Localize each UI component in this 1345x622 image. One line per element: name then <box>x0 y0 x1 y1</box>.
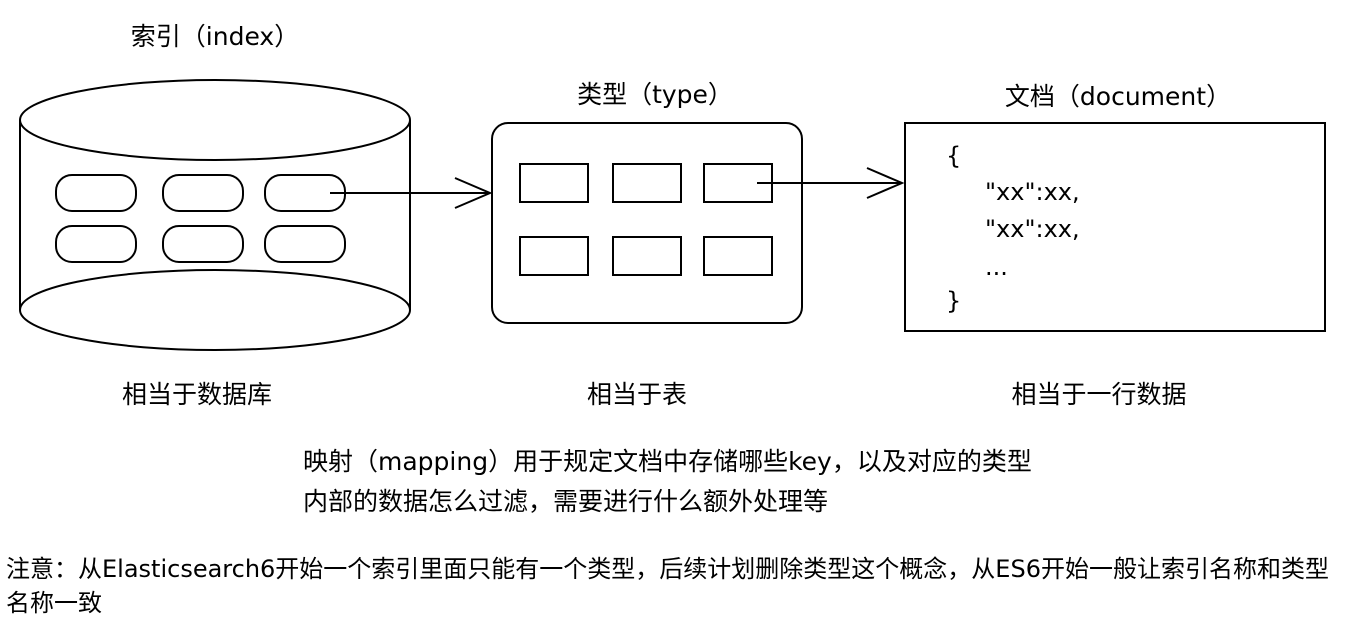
index-pills <box>55 174 346 263</box>
type-cell <box>612 236 682 276</box>
document-line: "xx":xx, <box>985 215 1080 243</box>
index-pill <box>55 174 137 212</box>
type-cell <box>519 163 589 203</box>
index-pill <box>264 225 346 263</box>
mapping-description-line1: 映射（mapping）用于规定文档中存储哪些key，以及对应的类型 <box>303 447 1032 476</box>
type-cell <box>612 163 682 203</box>
index-pill <box>55 225 137 263</box>
type-caption: 相当于表 <box>586 380 688 409</box>
document-line: ... <box>985 253 1008 281</box>
note-text: 注意：从Elasticsearch6开始一个索引里面只能有一个类型，后续计划删除… <box>6 555 1329 617</box>
mapping-description-line2: 内部的数据怎么过滤，需要进行什么额外处理等 <box>303 487 829 516</box>
document-line: "xx":xx, <box>985 178 1080 206</box>
index-caption: 相当于数据库 <box>121 380 273 409</box>
document-box <box>904 122 1326 332</box>
document-line: } <box>946 287 962 315</box>
cylinder-bottom <box>19 269 411 351</box>
cylinder-top <box>19 79 411 161</box>
type-box <box>491 122 803 324</box>
index-pill <box>162 225 244 263</box>
arrow-type-to-document <box>757 167 905 199</box>
index-cylinder <box>19 79 411 351</box>
document-line: { <box>946 142 962 170</box>
type-cell <box>703 236 773 276</box>
type-cells <box>519 163 773 276</box>
type-cell <box>519 236 589 276</box>
index-pill <box>162 174 244 212</box>
document-caption: 相当于一行数据 <box>1011 380 1187 409</box>
